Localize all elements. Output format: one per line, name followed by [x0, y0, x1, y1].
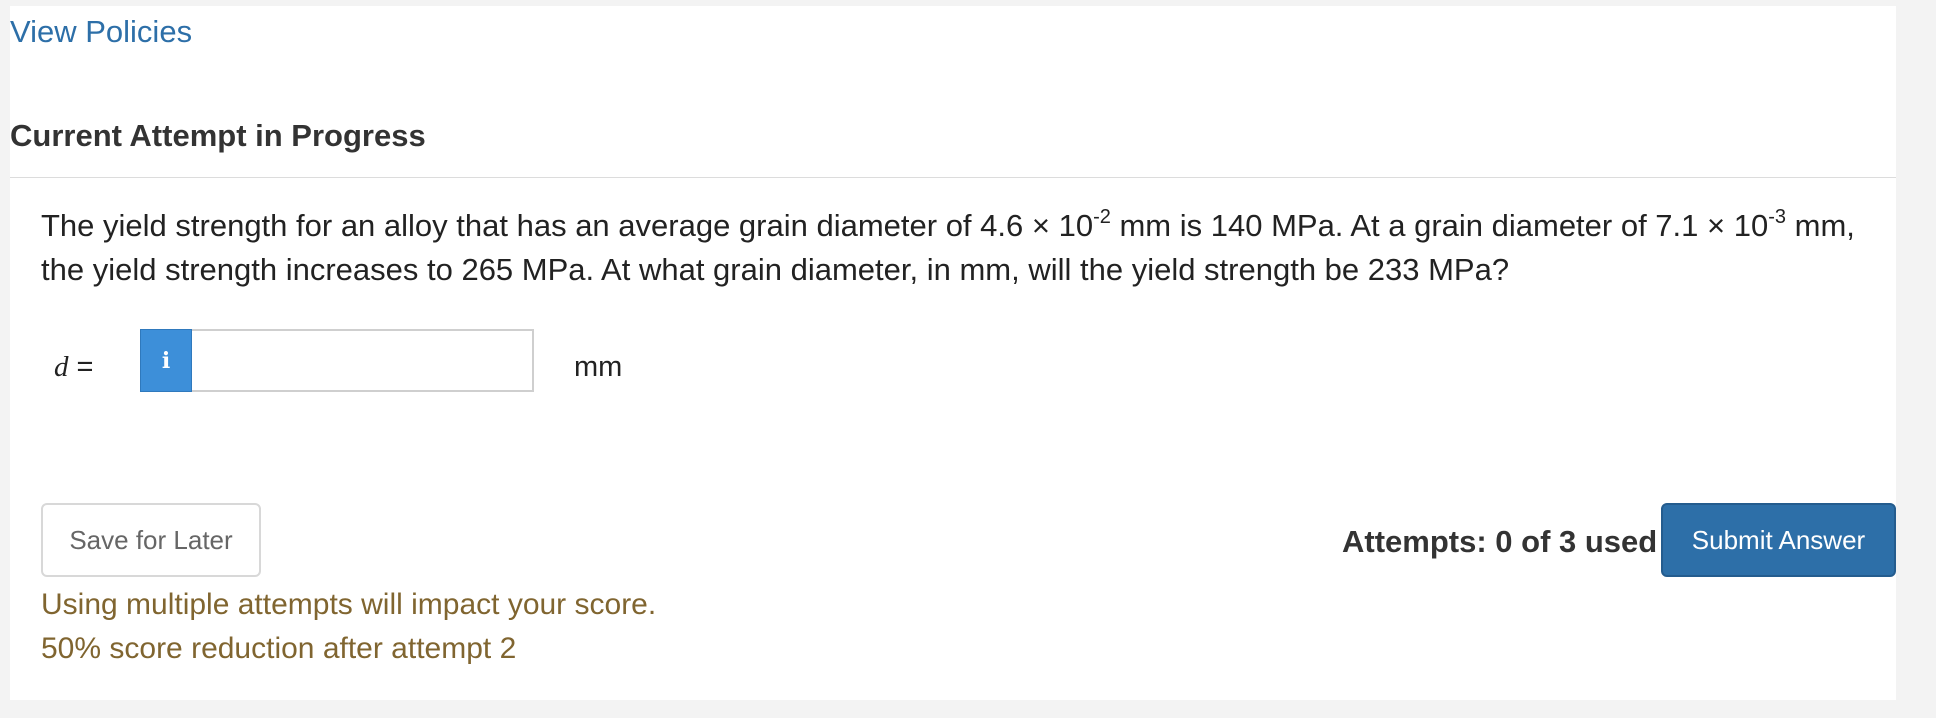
question-part-1: The yield strength for an alloy that has… [41, 208, 1094, 243]
attempts-counter: Attempts: 0 of 3 used [1342, 524, 1658, 559]
question-part-2: mm is 140 MPa. At a grain diameter of 7.… [1110, 208, 1769, 243]
question-text: The yield strength for an alloy that has… [41, 204, 1871, 292]
attempt-heading: Current Attempt in Progress [10, 118, 426, 153]
answer-variable-label: d = [54, 351, 94, 384]
info-glyph: i [161, 347, 171, 374]
divider [10, 177, 1896, 178]
score-reduction-note: 50% score reduction after attempt 2 [41, 632, 517, 665]
unit-label: mm [574, 351, 623, 383]
exponent-2: -3 [1768, 205, 1787, 228]
view-policies-link[interactable]: View Policies [10, 14, 192, 50]
save-for-later-button[interactable]: Save for Later [41, 503, 261, 577]
equals-sign: = [68, 351, 94, 383]
submit-answer-button[interactable]: Submit Answer [1661, 503, 1896, 577]
attempt-warning: Using multiple attempts will impact your… [41, 588, 657, 621]
question-panel: View Policies Current Attempt in Progres… [10, 6, 1896, 700]
exponent-1: -2 [1093, 205, 1111, 228]
info-icon[interactable]: i [140, 329, 192, 392]
variable-symbol: d [54, 351, 69, 383]
answer-input[interactable] [192, 329, 534, 392]
